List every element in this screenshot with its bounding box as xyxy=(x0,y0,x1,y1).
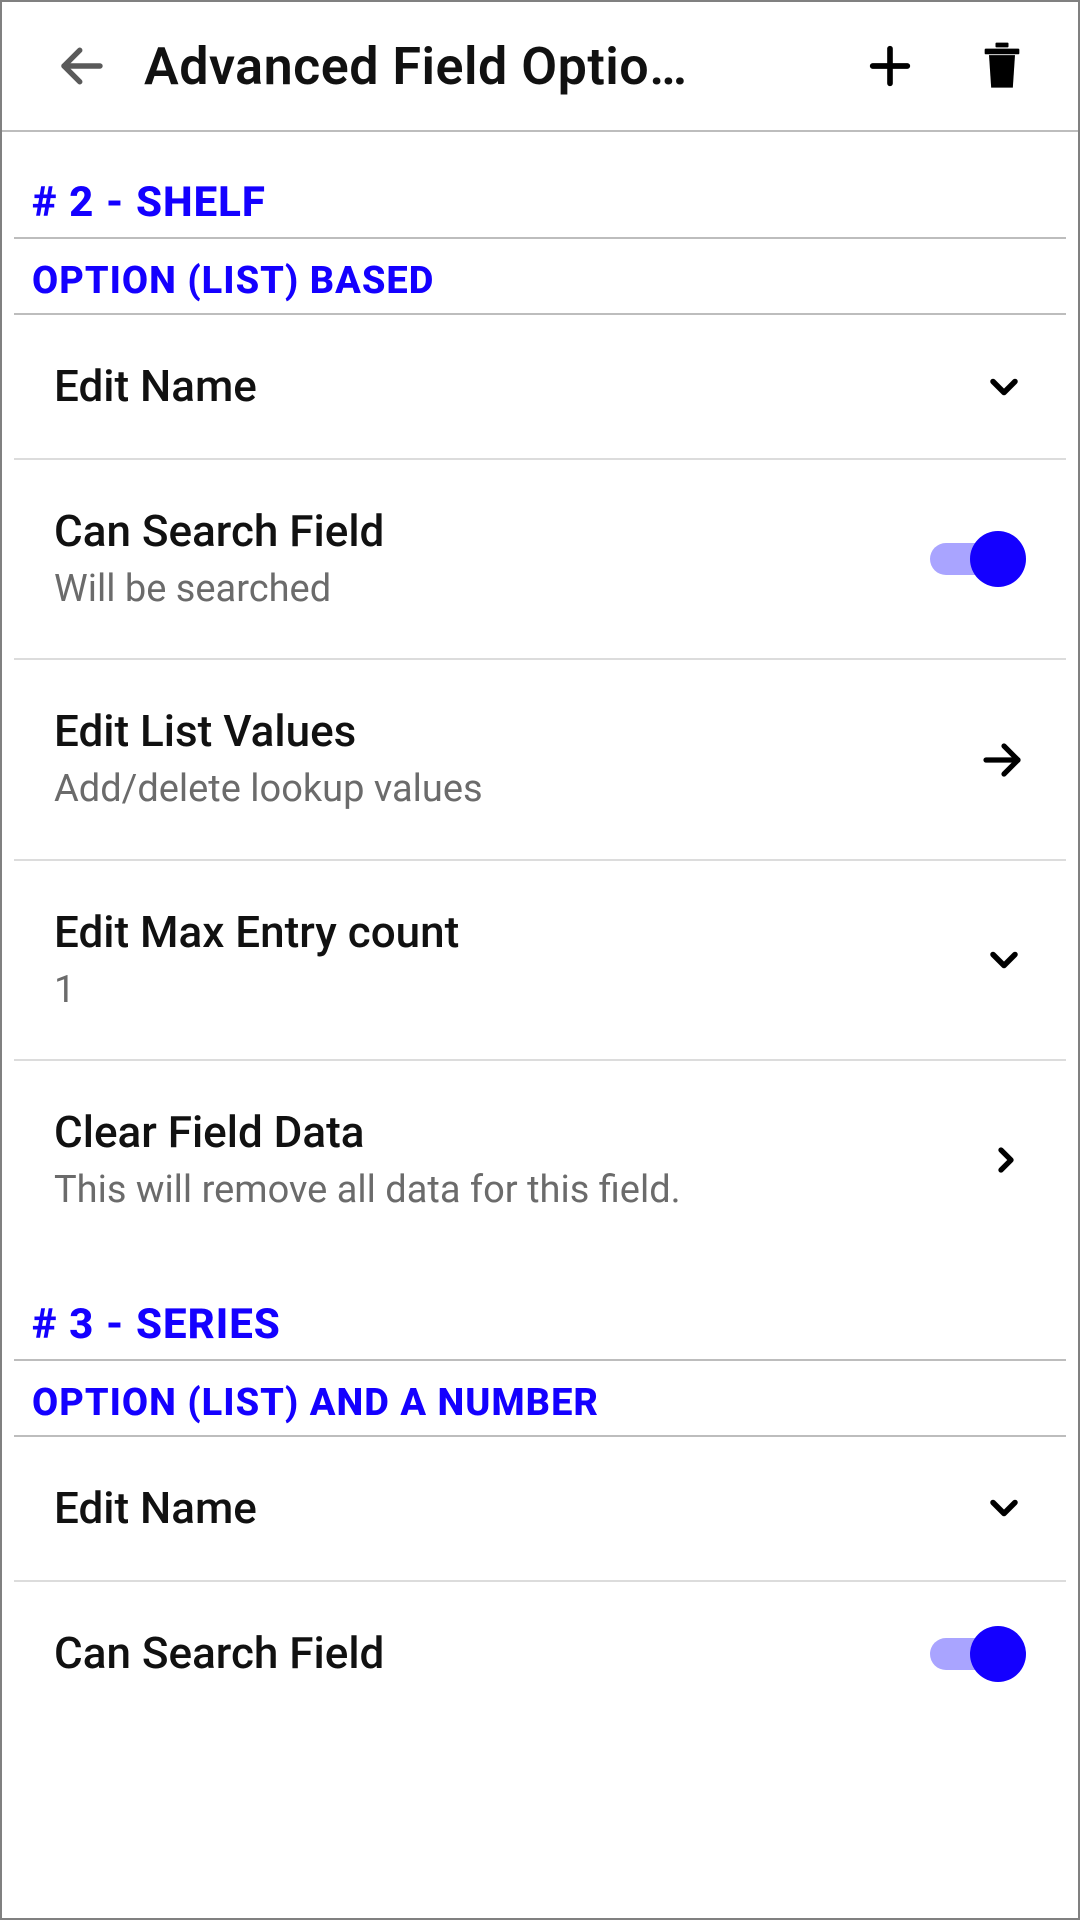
row-subtitle: Add/delete lookup values xyxy=(54,765,912,814)
row-title: Edit Name xyxy=(54,359,912,414)
back-button[interactable] xyxy=(52,39,112,93)
row-subtitle: 1 xyxy=(54,966,912,1015)
trash-icon xyxy=(976,40,1028,92)
row-can-search-field[interactable]: Can Search Field Will be searched xyxy=(14,460,1066,660)
plus-icon xyxy=(864,40,916,92)
row-title: Clear Field Data xyxy=(54,1105,912,1160)
arrow-left-icon xyxy=(55,39,109,93)
row-title: Can Search Field xyxy=(54,1626,906,1681)
page-title: Advanced Field Optio… xyxy=(136,36,840,97)
search-toggle[interactable] xyxy=(930,531,1026,587)
chevron-down-icon xyxy=(982,365,1026,409)
app-frame: Advanced Field Optio… # 2 - SHELF OPTION… xyxy=(0,0,1080,1920)
row-title: Edit List Values xyxy=(54,704,912,759)
row-can-search-field[interactable]: Can Search Field xyxy=(14,1582,1066,1692)
row-title: Can Search Field xyxy=(54,504,906,559)
row-edit-max-entry-count[interactable]: Edit Max Entry count 1 xyxy=(14,861,1066,1061)
delete-button[interactable] xyxy=(976,40,1028,92)
row-subtitle: Will be searched xyxy=(54,565,906,614)
row-title: Edit Max Entry count xyxy=(54,905,912,960)
row-subtitle: This will remove all data for this field… xyxy=(54,1166,912,1215)
row-clear-field-data[interactable]: Clear Field Data This will remove all da… xyxy=(14,1061,1066,1259)
arrow-right-icon xyxy=(978,736,1026,784)
switch-thumb xyxy=(970,531,1026,587)
settings-list-series: Edit Name Can Search Field xyxy=(14,1437,1066,1692)
row-edit-name[interactable]: Edit Name xyxy=(14,1437,1066,1582)
switch-thumb xyxy=(970,1626,1026,1682)
app-bar: Advanced Field Optio… xyxy=(2,2,1078,132)
chevron-down-icon xyxy=(982,1486,1026,1530)
chevron-down-icon xyxy=(982,938,1026,982)
app-bar-actions xyxy=(864,40,1038,92)
section-subtype-series: OPTION (LIST) AND A NUMBER xyxy=(2,1361,1078,1435)
row-title: Edit Name xyxy=(54,1481,912,1536)
section-subtype-shelf: OPTION (LIST) BASED xyxy=(2,239,1078,313)
section-header-shelf: # 2 - SHELF xyxy=(2,138,1078,237)
row-edit-name[interactable]: Edit Name xyxy=(14,315,1066,460)
add-button[interactable] xyxy=(864,40,916,92)
row-edit-list-values[interactable]: Edit List Values Add/delete lookup value… xyxy=(14,660,1066,860)
section-header-series: # 3 - SERIES xyxy=(2,1260,1078,1359)
search-toggle[interactable] xyxy=(930,1626,1026,1682)
settings-list-shelf: Edit Name Can Search Field Will be searc… xyxy=(14,315,1066,1260)
chevron-right-icon xyxy=(986,1140,1026,1180)
